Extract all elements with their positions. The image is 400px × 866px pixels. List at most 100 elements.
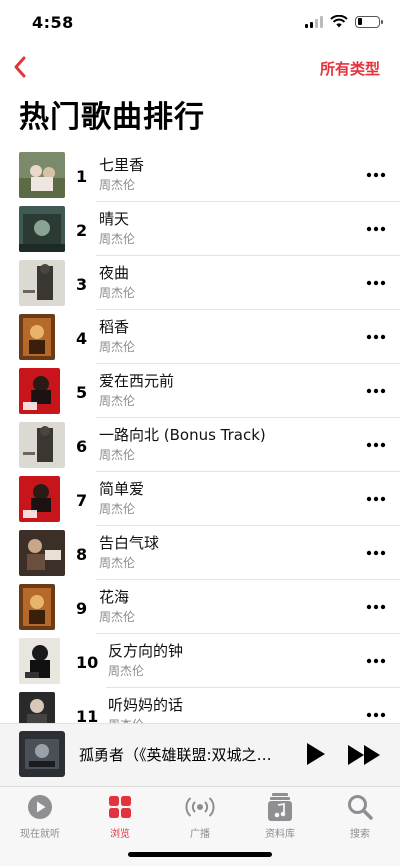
now-playing-title: 孤勇者（《英雄联盟:双城之战》动画剧集中文主题曲） xyxy=(79,746,284,764)
song-rank: 4 xyxy=(76,329,88,348)
song-title: 爱在西元前 xyxy=(99,372,175,390)
song-rank: 6 xyxy=(76,437,88,456)
song-row[interactable]: 6 一路向北 (Bonus Track) 周杰伦 xyxy=(0,418,400,472)
more-options-button[interactable] xyxy=(366,545,386,559)
song-artist: 周杰伦 xyxy=(99,340,136,354)
album-art xyxy=(19,584,55,630)
home-indicator xyxy=(128,852,272,857)
ellipsis-icon xyxy=(366,334,386,340)
ellipsis-icon xyxy=(366,550,386,556)
song-text: 告白气球 周杰伦 xyxy=(99,534,159,572)
song-artist: 周杰伦 xyxy=(99,448,136,462)
song-rank: 2 xyxy=(76,221,88,240)
song-row[interactable]: 10 反方向的钟 周杰伦 xyxy=(0,634,400,688)
all-genres-button[interactable]: 所有类型 xyxy=(320,58,380,79)
album-art xyxy=(19,368,60,414)
song-title: 一路向北 (Bonus Track) xyxy=(99,426,266,444)
back-button[interactable] xyxy=(10,54,32,80)
more-options-button[interactable] xyxy=(366,707,386,721)
tab-browse[interactable]: 浏览 xyxy=(80,793,160,840)
song-title: 听妈妈的话 xyxy=(108,696,184,714)
song-rank: 7 xyxy=(76,491,88,510)
cellular-signal-icon xyxy=(305,15,323,28)
song-text: 稻香 周杰伦 xyxy=(99,318,135,356)
battery-icon xyxy=(355,15,383,28)
library-icon xyxy=(268,793,292,821)
mini-player[interactable]: 孤勇者（《英雄联盟:双城之战》动画剧集中文主题曲） xyxy=(0,723,400,786)
ellipsis-icon xyxy=(366,658,386,664)
song-text: 反方向的钟 周杰伦 xyxy=(108,642,183,680)
album-art xyxy=(19,260,65,306)
album-art xyxy=(19,422,65,468)
song-row[interactable]: 7 简单爱 周杰伦 xyxy=(0,472,400,526)
song-artist: 周杰伦 xyxy=(99,232,136,246)
album-art xyxy=(19,530,65,576)
song-artist: 周杰伦 xyxy=(99,178,136,192)
ellipsis-icon xyxy=(366,442,386,448)
song-text: 夜曲 周杰伦 xyxy=(99,264,135,302)
more-options-button[interactable] xyxy=(366,329,386,343)
more-options-button[interactable] xyxy=(366,221,386,235)
song-text: 七里香 周杰伦 xyxy=(99,156,144,194)
more-options-button[interactable] xyxy=(366,275,386,289)
ellipsis-icon xyxy=(366,280,386,286)
song-artist: 周杰伦 xyxy=(108,664,145,678)
album-art xyxy=(19,152,65,198)
song-row[interactable]: 9 花海 周杰伦 xyxy=(0,580,400,634)
tab-label: 浏览 xyxy=(110,829,130,840)
ellipsis-icon xyxy=(366,226,386,232)
song-row[interactable]: 2 晴天 周杰伦 xyxy=(0,202,400,256)
tab-label: 资料库 xyxy=(265,829,295,840)
more-options-button[interactable] xyxy=(366,167,386,181)
search-icon xyxy=(348,795,373,820)
more-options-button[interactable] xyxy=(366,653,386,667)
more-options-button[interactable] xyxy=(366,383,386,397)
song-title: 反方向的钟 xyxy=(108,642,184,660)
tab-label: 广播 xyxy=(190,829,210,840)
song-title: 告白气球 xyxy=(99,534,160,552)
song-list: 1 七里香 周杰伦 2 晴天 周杰伦 3 夜曲 周杰伦 4 稻香 周杰伦 5 爱… xyxy=(0,148,400,742)
chevron-left-icon xyxy=(14,56,26,78)
song-row[interactable]: 5 爱在西元前 周杰伦 xyxy=(0,364,400,418)
song-text: 花海 周杰伦 xyxy=(99,588,135,626)
song-artist: 周杰伦 xyxy=(99,502,136,516)
song-text: 晴天 周杰伦 xyxy=(99,210,135,248)
page-title: 热门歌曲排行 xyxy=(19,100,205,135)
play-button[interactable] xyxy=(303,742,327,766)
status-bar: 4:58 xyxy=(0,0,400,46)
tab-label: 搜索 xyxy=(350,829,370,840)
song-rank: 8 xyxy=(76,545,88,564)
song-artist: 周杰伦 xyxy=(99,610,136,624)
more-options-button[interactable] xyxy=(366,437,386,451)
play-circle-icon xyxy=(28,795,52,819)
tab-listen-now[interactable]: 现在就听 xyxy=(0,793,80,840)
song-row[interactable]: 3 夜曲 周杰伦 xyxy=(0,256,400,310)
more-options-button[interactable] xyxy=(366,599,386,613)
tab-library[interactable]: 资料库 xyxy=(240,793,320,840)
album-art xyxy=(19,206,65,252)
grid-icon xyxy=(109,796,131,818)
more-options-button[interactable] xyxy=(366,491,386,505)
song-title: 稻香 xyxy=(99,318,130,336)
fast-forward-icon xyxy=(348,745,380,765)
song-row[interactable]: 8 告白气球 周杰伦 xyxy=(0,526,400,580)
song-rank: 9 xyxy=(76,599,88,618)
tab-search[interactable]: 搜索 xyxy=(320,793,400,840)
song-rank: 1 xyxy=(76,167,88,186)
song-rank: 5 xyxy=(76,383,88,402)
song-row[interactable]: 1 七里香 周杰伦 xyxy=(0,148,400,202)
ellipsis-icon xyxy=(366,496,386,502)
song-artist: 周杰伦 xyxy=(99,556,136,570)
song-artist: 周杰伦 xyxy=(99,286,136,300)
song-row[interactable]: 4 稻香 周杰伦 xyxy=(0,310,400,364)
song-rank: 10 xyxy=(76,653,99,672)
song-title: 晴天 xyxy=(99,210,130,228)
song-text: 简单爱 周杰伦 xyxy=(99,480,144,518)
song-text: 一路向北 (Bonus Track) 周杰伦 xyxy=(99,426,266,464)
song-title: 简单爱 xyxy=(99,480,145,498)
skip-forward-button[interactable] xyxy=(347,744,381,766)
song-text: 爱在西元前 周杰伦 xyxy=(99,372,174,410)
tab-radio[interactable]: 广播 xyxy=(160,793,240,840)
tab-label: 现在就听 xyxy=(20,829,60,840)
status-time: 4:58 xyxy=(32,13,74,32)
